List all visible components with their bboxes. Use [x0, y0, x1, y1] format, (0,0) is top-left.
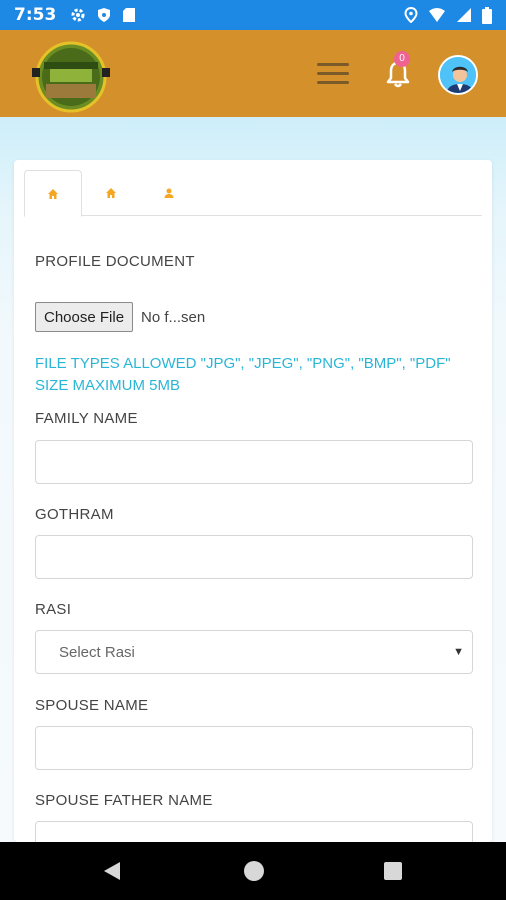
- sd-card-icon: [123, 8, 136, 22]
- rasi-label: RASI: [35, 601, 72, 618]
- choose-file-button[interactable]: Choose File: [35, 302, 134, 332]
- navigation-bar: [0, 842, 506, 900]
- signal-icon: [457, 8, 471, 22]
- family-name-label: FAMILY NAME: [35, 410, 138, 427]
- wifi-icon: [429, 8, 445, 22]
- tab-home-2[interactable]: [82, 170, 140, 216]
- spouse-father-name-input[interactable]: [35, 821, 473, 842]
- status-icons-left: [70, 7, 136, 23]
- app-header: 0: [0, 30, 506, 117]
- file-type-note: FILE TYPES ALLOWED "JPG", "JPEG", "PNG",…: [35, 353, 451, 397]
- form-card: PROFILE DOCUMENT Choose File No f...sen …: [14, 160, 492, 842]
- user-icon: [164, 188, 174, 198]
- location-icon: [404, 7, 418, 23]
- rasi-selected-value: Select Rasi: [59, 643, 135, 661]
- gothram-label: GOTHRAM: [35, 506, 114, 523]
- spouse-father-name-label: SPOUSE FATHER NAME: [35, 792, 213, 809]
- gothram-input[interactable]: [35, 535, 473, 579]
- shield-icon: [98, 8, 111, 22]
- status-time: 7:53: [14, 5, 57, 25]
- tab-user[interactable]: [140, 170, 198, 216]
- file-size-note-line: SIZE MAXIMUM 5MB: [35, 377, 181, 394]
- status-bar: 7:53: [0, 0, 506, 30]
- file-upload-row: Choose File No f...sen: [35, 302, 205, 332]
- battery-icon: [482, 6, 492, 24]
- menu-icon[interactable]: [317, 63, 349, 85]
- spouse-name-input[interactable]: [35, 726, 473, 770]
- family-name-input[interactable]: [35, 440, 473, 484]
- spouse-name-label: SPOUSE NAME: [35, 697, 149, 714]
- chevron-down-icon: ▼: [453, 646, 464, 658]
- avatar[interactable]: [438, 55, 478, 95]
- settings-icon: [71, 8, 85, 22]
- logo-icon[interactable]: [30, 38, 112, 114]
- notification-badge: 0: [394, 51, 410, 67]
- tab-bar: [24, 170, 482, 217]
- home-icon: [48, 188, 58, 199]
- profile-document-label: PROFILE DOCUMENT: [35, 253, 195, 270]
- home-button-icon[interactable]: [244, 861, 264, 881]
- home-icon: [106, 188, 116, 198]
- user-avatar-icon: [440, 57, 476, 93]
- status-icons-right: [404, 6, 492, 24]
- back-icon[interactable]: [102, 861, 122, 881]
- rasi-select[interactable]: Select Rasi ▼: [35, 630, 473, 674]
- recent-apps-icon[interactable]: [384, 862, 402, 880]
- tab-home-1[interactable]: [24, 170, 82, 217]
- file-type-note-line: FILE TYPES ALLOWED "JPG", "JPEG", "PNG",…: [35, 355, 451, 372]
- file-status-text: No f...sen: [141, 308, 206, 326]
